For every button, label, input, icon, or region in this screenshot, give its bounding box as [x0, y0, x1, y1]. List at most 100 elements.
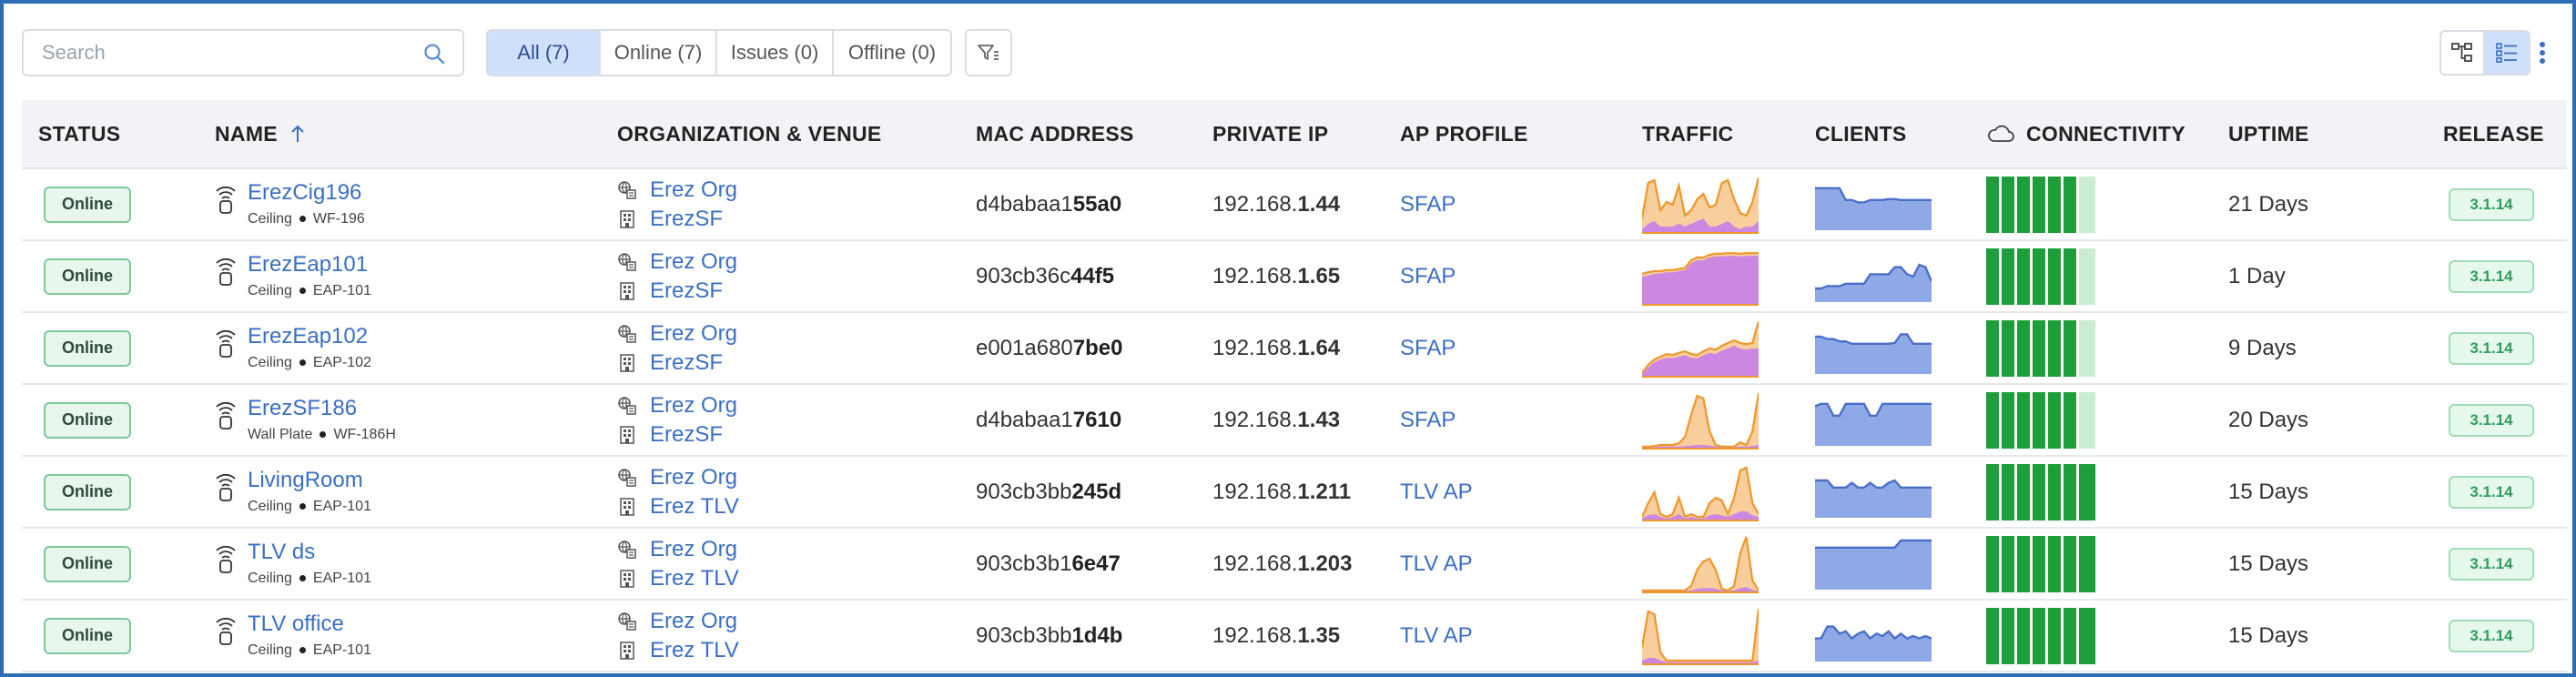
connectivity-bar — [2064, 391, 2076, 449]
mac-prefix: 903cb3bb — [976, 622, 1072, 648]
more-options-button[interactable] — [2530, 30, 2554, 76]
table-row[interactable]: Online TLV ds Ceiling EAP-101 Erez Org E… — [22, 529, 2567, 601]
org-venue-cell: Erez Org Erez TLV — [617, 601, 739, 671]
org-link[interactable]: Erez Org — [650, 393, 737, 419]
release-badge[interactable]: 3.1.14 — [2449, 259, 2534, 293]
ip-cell: 192.168.1.44 — [1212, 169, 1340, 239]
search-icon[interactable] — [422, 42, 446, 66]
profile-cell: SFAP — [1400, 241, 1455, 311]
ap-profile-link[interactable]: SFAP — [1400, 192, 1455, 217]
ap-profile-link[interactable]: SFAP — [1400, 264, 1455, 289]
ap-profile-link[interactable]: TLV AP — [1400, 623, 1473, 649]
mac-cell: e001a6807be0 — [976, 313, 1122, 383]
clients-area — [1815, 264, 1932, 302]
release-badge[interactable]: 3.1.14 — [2449, 619, 2534, 652]
venue-link[interactable]: ErezSF — [650, 207, 723, 232]
release-badge[interactable]: 3.1.14 — [2449, 187, 2534, 221]
traffic-sparkline — [1642, 536, 1759, 593]
table-row[interactable]: Online ErezEap101 Ceiling EAP-101 Erez O… — [22, 241, 2567, 313]
table-row[interactable]: Online ErezEap102 Ceiling EAP-102 Erez O… — [22, 313, 2567, 385]
ip-prefix: 192.168. — [1212, 479, 1298, 504]
col-release[interactable]: RELEASE — [2443, 122, 2544, 147]
ap-name-link[interactable]: ErezCig196 — [248, 180, 365, 206]
table-row[interactable]: Online TLV office Ceiling EAP-101 Erez O… — [22, 601, 2567, 672]
connectivity-bar — [2033, 463, 2045, 520]
col-mac[interactable]: MAC ADDRESS — [976, 122, 1134, 147]
uptime-cell: 15 Days — [2228, 457, 2308, 527]
uptime-cell: 20 Days — [2228, 385, 2308, 455]
ap-profile-link[interactable]: SFAP — [1400, 408, 1455, 433]
connectivity-bars — [1986, 607, 2098, 664]
col-traffic[interactable]: TRAFFIC — [1642, 122, 1733, 147]
release-badge[interactable]: 3.1.14 — [2449, 547, 2534, 581]
ap-mount-type: Ceiling — [248, 642, 292, 658]
search-input[interactable] — [24, 31, 406, 75]
separator-dot — [299, 503, 306, 510]
release-badge[interactable]: 3.1.14 — [2449, 475, 2534, 509]
wifi-ap-icon — [216, 401, 236, 429]
connectivity-bars — [1986, 535, 2098, 592]
org-link[interactable]: Erez Org — [650, 249, 737, 275]
clients-cell — [1815, 241, 1932, 311]
ap-name-link[interactable]: ErezEap101 — [248, 252, 371, 278]
mac-address: d4babaa17610 — [976, 408, 1121, 433]
ap-name-link[interactable]: LivingRoom — [248, 468, 371, 493]
traffic-sparkline — [1642, 465, 1759, 521]
table-row[interactable]: Online ErezSF186 Wall Plate WF-186H Erez… — [22, 385, 2567, 457]
list-view-button[interactable] — [2485, 30, 2530, 76]
traffic-cell — [1642, 241, 1759, 311]
ap-name-link[interactable]: ErezEap102 — [248, 324, 371, 349]
org-link[interactable]: Erez Org — [650, 177, 737, 203]
org-link[interactable]: Erez Org — [650, 609, 737, 634]
table-row[interactable]: Online ErezCig196 Ceiling WF-196 Erez Or… — [22, 169, 2567, 241]
col-ip[interactable]: PRIVATE IP — [1212, 122, 1328, 147]
col-org-venue[interactable]: ORGANIZATION & VENUE — [617, 122, 882, 147]
table-row[interactable]: Online LivingRoom Ceiling EAP-101 Erez O… — [22, 457, 2567, 529]
ap-name-link[interactable]: TLV office — [248, 611, 371, 637]
filter-issues[interactable]: Issues (0) — [717, 31, 834, 75]
venue-link[interactable]: Erez TLV — [650, 494, 739, 520]
status-cell: Online — [44, 241, 131, 311]
venue-link[interactable]: Erez TLV — [650, 638, 739, 663]
profile-cell: TLV AP — [1400, 457, 1473, 527]
venue-link[interactable]: ErezSF — [650, 422, 723, 448]
col-profile[interactable]: AP PROFILE — [1400, 122, 1528, 147]
mac-suffix: 245d — [1071, 479, 1122, 504]
ap-name-link[interactable]: ErezSF186 — [248, 396, 396, 421]
col-name-label: NAME — [215, 121, 278, 146]
mac-cell: 903cb36c44f5 — [976, 241, 1114, 311]
release-badge[interactable]: 3.1.14 — [2449, 331, 2534, 365]
filter-button[interactable] — [965, 29, 1012, 76]
connectivity-bar — [2048, 535, 2061, 592]
connectivity-bar — [2048, 176, 2061, 233]
filter-online[interactable]: Online (7) — [601, 31, 717, 75]
clients-sparkline — [1815, 332, 1932, 374]
venue-link[interactable]: ErezSF — [650, 278, 723, 304]
sort-ascending-icon[interactable] — [289, 124, 307, 144]
org-link[interactable]: Erez Org — [650, 537, 737, 562]
col-connectivity[interactable]: CONNECTIVITY — [1986, 122, 2186, 147]
connectivity-bar — [2048, 319, 2061, 377]
col-name[interactable]: NAME — [215, 122, 307, 147]
venue-link[interactable]: Erez TLV — [650, 566, 739, 591]
ip-prefix: 192.168. — [1212, 622, 1298, 648]
col-status[interactable]: STATUS — [38, 122, 120, 147]
filter-offline[interactable]: Offline (0) — [834, 31, 950, 75]
wifi-ap-icon — [216, 258, 236, 286]
status-cell: Online — [44, 385, 131, 455]
ap-profile-link[interactable]: SFAP — [1400, 336, 1455, 361]
uptime-value: 1 Day — [2228, 263, 2286, 288]
ap-profile-link[interactable]: TLV AP — [1400, 480, 1473, 505]
topology-view-button[interactable] — [2439, 30, 2485, 76]
ap-profile-link[interactable]: TLV AP — [1400, 551, 1473, 577]
col-clients[interactable]: CLIENTS — [1815, 122, 1907, 147]
filter-all[interactable]: All (7) — [488, 31, 601, 75]
release-badge[interactable]: 3.1.14 — [2449, 403, 2534, 437]
ap-name-link[interactable]: TLV ds — [248, 540, 371, 565]
profile-cell: SFAP — [1400, 385, 1455, 455]
uptime-value: 15 Days — [2228, 479, 2309, 504]
org-link[interactable]: Erez Org — [650, 321, 737, 347]
org-link[interactable]: Erez Org — [650, 465, 737, 490]
venue-link[interactable]: ErezSF — [650, 350, 723, 376]
col-uptime[interactable]: UPTIME — [2228, 122, 2309, 147]
